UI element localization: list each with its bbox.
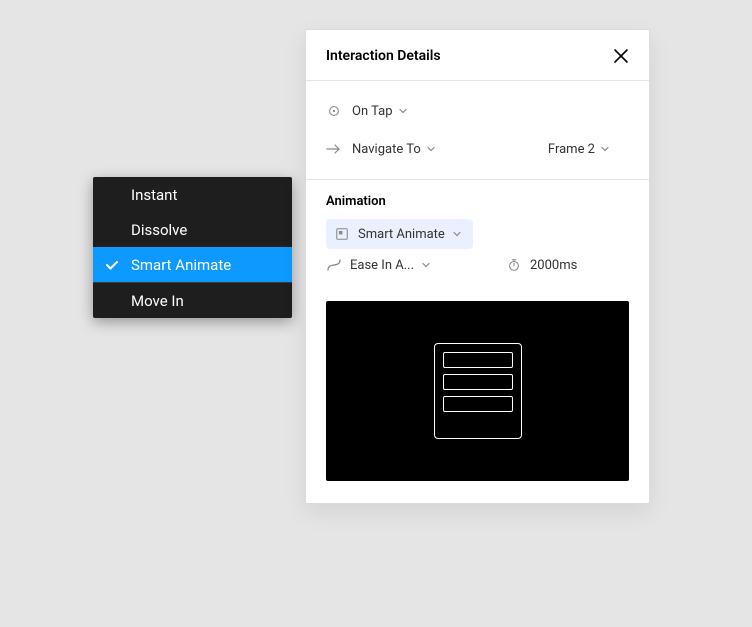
target-select[interactable]: Frame 2 (548, 142, 609, 157)
dropdown-item-label: Dissolve (131, 221, 187, 239)
chevron-down-icon (453, 230, 461, 238)
smart-animate-icon (334, 226, 350, 242)
preview-bar (443, 396, 513, 412)
chevron-down-icon (427, 145, 435, 153)
dropdown-item-label: Move In (131, 292, 184, 310)
trigger-label: On Tap (352, 104, 393, 119)
panel-header: Interaction Details (306, 30, 649, 81)
close-icon (613, 48, 629, 64)
target-label: Frame 2 (548, 142, 595, 157)
easing-label: Ease In A... (350, 258, 414, 273)
dropdown-item-instant[interactable]: Instant (93, 177, 292, 212)
easing-curve-icon (326, 257, 342, 273)
easing-select[interactable]: Ease In A... (326, 257, 476, 273)
dropdown-item-dissolve[interactable]: Dissolve (93, 212, 292, 247)
dropdown-item-move-in[interactable]: Move In (93, 283, 292, 318)
chevron-down-icon (422, 261, 430, 269)
preview-frame-icon (434, 343, 522, 439)
animation-type-select[interactable]: Smart Animate (326, 219, 473, 249)
animation-type-dropdown: Instant Dissolve Smart Animate Move In (93, 177, 292, 318)
check-icon (105, 258, 119, 272)
dropdown-item-label: Smart Animate (131, 256, 231, 274)
action-row: Navigate To Frame 2 (326, 133, 629, 165)
preview-bar (443, 374, 513, 390)
trigger-icon (326, 103, 342, 119)
animation-section-title: Animation (326, 194, 629, 209)
trigger-row: On Tap (326, 95, 629, 127)
duration-label: 2000ms (530, 258, 577, 273)
animation-section: Animation Smart Animate Ease In A... (306, 180, 649, 287)
dropdown-item-smart-animate[interactable]: Smart Animate (93, 247, 292, 282)
chevron-down-icon (399, 107, 407, 115)
chevron-down-icon (601, 145, 609, 153)
dropdown-item-label: Instant (131, 186, 177, 204)
preview-bar (443, 352, 513, 368)
interaction-details-panel: Interaction Details On Tap Navigate To (305, 29, 650, 504)
duration-input[interactable]: 2000ms (506, 257, 577, 273)
close-button[interactable] (613, 48, 629, 64)
animation-preview (326, 301, 629, 481)
navigate-icon (326, 141, 342, 157)
trigger-select[interactable]: On Tap (352, 104, 407, 119)
action-select[interactable]: Navigate To (352, 142, 435, 157)
trigger-action-section: On Tap Navigate To Frame 2 (306, 81, 649, 180)
panel-title: Interaction Details (326, 48, 441, 64)
action-label: Navigate To (352, 142, 421, 157)
animation-type-label: Smart Animate (358, 227, 445, 242)
stopwatch-icon (506, 257, 522, 273)
